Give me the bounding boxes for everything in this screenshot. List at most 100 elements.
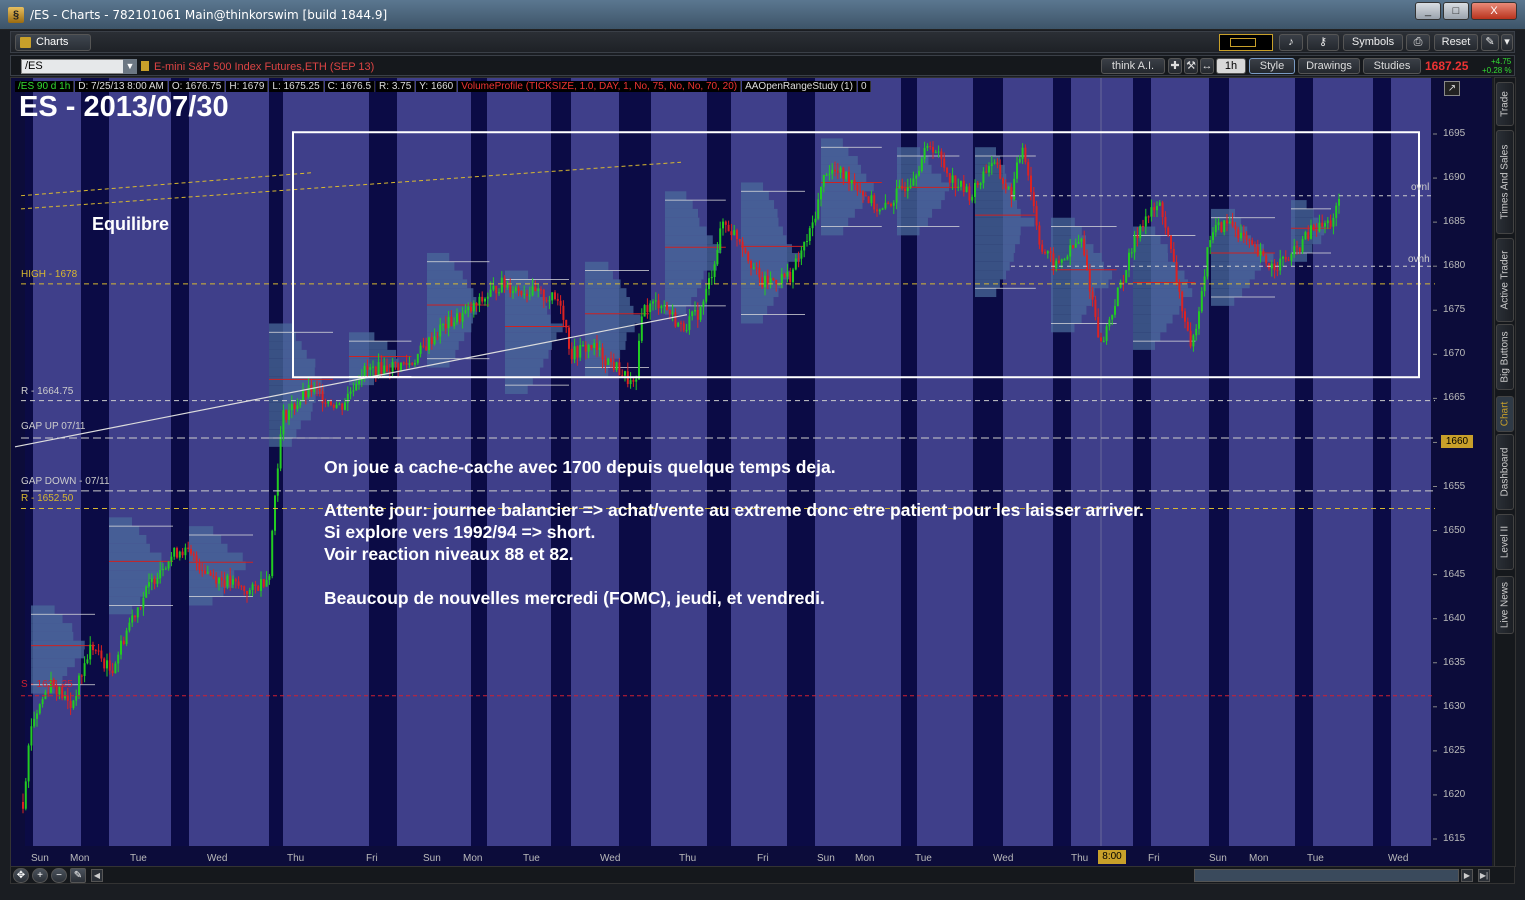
candle-body	[327, 401, 330, 404]
zoom-in-icon[interactable]: +	[32, 868, 48, 883]
candle-body	[1150, 207, 1153, 217]
candle-body	[817, 199, 820, 219]
candle-body	[780, 273, 783, 284]
candle-body	[1296, 246, 1298, 248]
candle-body	[584, 344, 587, 352]
side-tab-big-buttons[interactable]: Big Buttons	[1496, 324, 1514, 390]
candle-body	[1276, 270, 1279, 272]
tab-charts[interactable]: Charts	[15, 34, 91, 51]
close-button[interactable]: X	[1471, 2, 1517, 20]
key-icon[interactable]: ⚷	[1307, 34, 1339, 51]
side-tab-times-and-sales[interactable]: Times And Sales	[1496, 130, 1514, 234]
overnight-band	[1053, 78, 1071, 846]
candle-body	[733, 230, 736, 236]
volume-profile-bar	[505, 349, 549, 359]
candle-body	[265, 579, 268, 587]
volume-profile-bar	[975, 156, 1001, 165]
reset-button[interactable]: Reset	[1434, 34, 1478, 51]
volume-profile-bar	[109, 543, 150, 553]
candle-body	[1223, 220, 1226, 233]
side-tab-active-trader[interactable]: Active Trader	[1496, 238, 1514, 322]
scroll-end-icon[interactable]: ▶|	[1478, 869, 1490, 882]
candle-body	[1237, 229, 1240, 239]
side-tab-trade[interactable]: Trade	[1496, 82, 1514, 126]
candle-body	[1091, 291, 1094, 300]
candle-body	[904, 188, 906, 192]
crosshair-icon[interactable]: ✚	[1168, 58, 1182, 74]
side-tab-chart[interactable]: Chart	[1496, 396, 1514, 432]
candle-body	[1125, 270, 1128, 283]
candle-body	[293, 403, 296, 409]
candle-body	[694, 309, 696, 312]
candle-body	[422, 345, 425, 347]
volume-profile-bar	[741, 217, 779, 227]
candle-body	[33, 718, 36, 727]
candle-body	[691, 311, 694, 317]
volume-profile-bar	[1051, 217, 1075, 227]
chevron-down-icon[interactable]: ▼	[123, 59, 137, 74]
volume-profile-bar	[821, 182, 874, 192]
pin-icon[interactable]: ✎	[1481, 34, 1499, 51]
scroll-right-icon[interactable]: ▶	[1461, 869, 1473, 882]
candle-body	[1170, 235, 1172, 249]
drawing-tool-icon[interactable]: ✎	[70, 868, 86, 883]
candle-body	[845, 171, 848, 179]
horizontal-scrollbar[interactable]	[1194, 869, 1459, 882]
volume-profile-bar	[1211, 208, 1235, 218]
price-tick-label: 1620	[1443, 788, 1466, 800]
timeframe-button[interactable]: 1h	[1216, 58, 1246, 74]
candle-body	[251, 584, 254, 590]
minimize-button[interactable]: _	[1415, 2, 1441, 20]
candle-body	[1200, 291, 1203, 312]
drawings-button[interactable]: Drawings	[1298, 58, 1360, 74]
volume-profile-bar	[897, 147, 921, 157]
studies-button[interactable]: Studies	[1363, 58, 1421, 74]
volume-profile-bar	[427, 261, 455, 271]
candle-body	[274, 495, 276, 531]
pan-icon[interactable]: ✥	[13, 868, 29, 883]
price-chart[interactable]: /ES 90 d 1h D: 7/25/13 8:00 AM O: 1676.75 H…	[10, 77, 1492, 868]
candle-body	[1198, 311, 1200, 329]
candle-body	[27, 745, 30, 782]
zoom-out-icon[interactable]: −	[51, 868, 67, 883]
candle-body	[918, 170, 920, 176]
candle-body	[929, 145, 932, 148]
time-cursor-tag: 8:00	[1098, 850, 1126, 864]
candle-body	[1139, 226, 1142, 238]
candle-body	[517, 287, 520, 291]
candle-body	[195, 555, 198, 563]
think-ai-button[interactable]: think A.I.	[1101, 58, 1165, 74]
candle-body	[604, 359, 607, 366]
menu-icon[interactable]: ▾	[1501, 34, 1513, 51]
note-line-3: Si explore vers 1992/94 => short.	[324, 522, 596, 542]
maximize-button[interactable]: □	[1443, 2, 1469, 20]
thinkorswim-app-icon: §	[8, 7, 24, 23]
side-tab-live-news[interactable]: Live News	[1496, 576, 1514, 634]
candle-body	[1212, 232, 1214, 241]
volume-profile-bar	[189, 543, 228, 553]
side-tab-dashboard[interactable]: Dashboard	[1496, 434, 1514, 510]
header-volume-profile: VolumeProfile (TICKSIZE, 1.0, DAY, 1, No…	[458, 81, 742, 92]
bell-icon[interactable]: ♪	[1279, 34, 1303, 51]
wrench-icon[interactable]: ⚒	[1184, 58, 1198, 74]
candle-body	[1041, 244, 1044, 252]
candle-body	[153, 578, 156, 584]
side-tab-level-ii[interactable]: Level II	[1496, 514, 1514, 570]
print-icon[interactable]: ⎙	[1406, 34, 1430, 51]
volume-profile-bar	[31, 614, 63, 624]
volume-profile-bar	[975, 244, 1016, 253]
candle-body	[1217, 222, 1220, 226]
scroll-left-icon[interactable]: ◀	[91, 869, 103, 882]
symbols-button[interactable]: Symbols	[1343, 34, 1403, 51]
style-button[interactable]: Style	[1249, 58, 1295, 74]
candle-body	[1088, 269, 1091, 292]
expand-chart-icon[interactable]: ↗	[1444, 81, 1460, 96]
volume-profile-bar	[821, 226, 844, 236]
candle-body	[128, 622, 131, 631]
link-color-box[interactable]	[1219, 34, 1273, 51]
volume-profile-bar	[505, 358, 544, 368]
price-tick-label: 1695	[1443, 128, 1466, 139]
volume-profile-bar	[109, 605, 133, 615]
scroll-icon[interactable]: ↔	[1200, 58, 1214, 74]
symbol-input[interactable]: /ES	[21, 59, 135, 74]
